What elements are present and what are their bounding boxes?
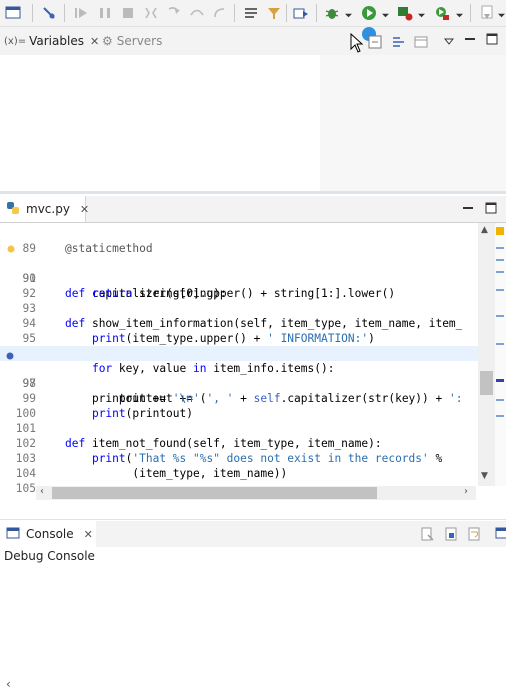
code-line: 95 printout = 'Name: %s' % item_name [22,332,315,360]
overview-ruler[interactable] [495,223,506,486]
tab-variables-label: Variables [29,34,84,48]
use-step-filters-icon[interactable] [265,4,283,22]
code-line: 89 @staticmethod [22,242,153,255]
code-line: 103 (item_type, item_name)) [15,452,288,480]
tab-servers-label: Servers [116,34,163,48]
expand-icon[interactable] [392,35,406,52]
collapse-all-icon[interactable] [368,35,382,52]
tab-console[interactable]: Console ✕ [0,521,96,547]
scroll-left-icon[interactable]: ‹ [40,486,44,497]
editor-tab-label: mvc.py [26,202,70,216]
console-icon [6,526,20,543]
editor-tab-bar: mvc.py ✕ [0,196,506,223]
editor-vertical-scrollbar[interactable]: ▲ ▼ [478,223,495,486]
open-console-icon[interactable] [292,4,310,22]
warning-marker-icon [6,244,15,253]
current-code-line: 97 printout += (', ' + self.capitalizer(… [0,346,478,405]
sash-divider[interactable] [0,191,506,194]
scrollbar-thumb[interactable] [480,371,493,395]
overview-warning-icon[interactable] [496,227,504,235]
maximize-icon[interactable] [486,33,498,48]
scroll-lock-icon[interactable] [444,527,458,544]
debug-dropdown-icon[interactable] [345,8,352,18]
code-line: 96 for key, value in item_info.items(): [23,347,335,375]
new-console-icon[interactable] [495,527,506,544]
tab-servers[interactable]: ⚙ Servers [102,27,162,55]
close-icon[interactable]: ✕ [84,528,93,541]
editor-horizontal-scrollbar[interactable]: ‹ › [36,486,476,500]
step-over-icon[interactable] [188,4,206,22]
clear-console-icon[interactable] [420,527,434,544]
python-file-icon [6,201,20,218]
drop-to-frame-icon[interactable] [242,4,260,22]
top-view-tabs: (x)= Variables ✕ ⚙ Servers [0,27,506,55]
code-line: 92 [22,287,36,300]
code-line: 101 def item_not_found(self, item_type, … [15,422,382,450]
servers-icon: ⚙ [102,34,113,48]
suspend-icon[interactable] [96,4,114,22]
run-dropdown-icon[interactable] [382,8,389,18]
console-tab-label: Console [26,527,74,541]
horizontal-scrollbar-thumb[interactable] [52,487,377,499]
debug-icon[interactable] [323,4,341,22]
close-icon[interactable]: ✕ [90,35,99,48]
next-annotation-dropdown-icon[interactable] [498,8,505,18]
external-tools-icon[interactable] [433,4,451,22]
code-editor[interactable]: 89 @staticmethod 90 def capitalizer(strin… [0,223,478,495]
console-title: Debug Console [4,549,95,563]
minimize-icon[interactable] [462,202,474,217]
scroll-down-icon[interactable]: ▼ [481,471,488,481]
close-icon[interactable]: ✕ [80,203,89,216]
coverage-icon[interactable] [396,4,414,22]
code-line: 104 [15,467,36,480]
step-into-icon[interactable] [165,4,183,22]
variables-view [0,55,320,191]
code-line: 99 print(printout) [22,392,193,420]
code-line: 91 return string[0].upper() + string[1:]… [22,272,396,300]
resume-icon[interactable] [72,4,90,22]
step-return-icon[interactable] [211,4,229,22]
code-line: 90 def capitalizer(string): [0,241,478,300]
run-icon[interactable] [360,4,378,22]
terminate-icon[interactable] [119,4,137,22]
tab-variables[interactable]: (x)= Variables ✕ [4,27,99,55]
code-line: 94 print(item_type.upper() + ' INFORMATI… [22,317,375,345]
console-output[interactable]: ‹ [0,567,506,700]
maximize-icon[interactable] [485,202,497,217]
console-tab-bar: Console ✕ [0,521,506,547]
coverage-dropdown-icon[interactable] [418,8,425,18]
scroll-up-icon[interactable]: ▲ [481,225,488,235]
scroll-right-icon[interactable]: › [464,486,468,497]
next-annotation-icon[interactable] [478,4,496,22]
scroll-left-icon[interactable]: ‹ [6,677,11,691]
code-line: 93 def show_item_information(self, item_… [22,302,463,330]
word-wrap-icon[interactable] [467,527,481,544]
tab-mvc-py[interactable]: mvc.py ✕ [0,196,89,222]
view-menu-icon[interactable] [443,35,455,49]
sash-divider[interactable] [0,503,506,520]
variables-detail-pane [320,55,506,191]
code-line: 100 [15,407,36,420]
layout-icon[interactable] [414,35,428,52]
external-tools-dropdown-icon[interactable] [456,8,463,18]
code-line: 102 print('That %s "%s" does not exist i… [15,437,443,465]
code-line: 105 [15,482,36,495]
variables-icon: (x)= [4,35,27,47]
skip-breakpoints-icon[interactable] [40,4,58,22]
console-subtitle: Debug Console [0,547,506,567]
breakpoint-icon[interactable] [6,349,14,360]
minimize-icon[interactable] [464,33,476,48]
toggle-console-icon[interactable] [4,4,22,22]
code-line: 98 printout += '\n' [22,377,200,405]
main-toolbar [0,0,506,27]
disconnect-icon[interactable] [142,4,160,22]
